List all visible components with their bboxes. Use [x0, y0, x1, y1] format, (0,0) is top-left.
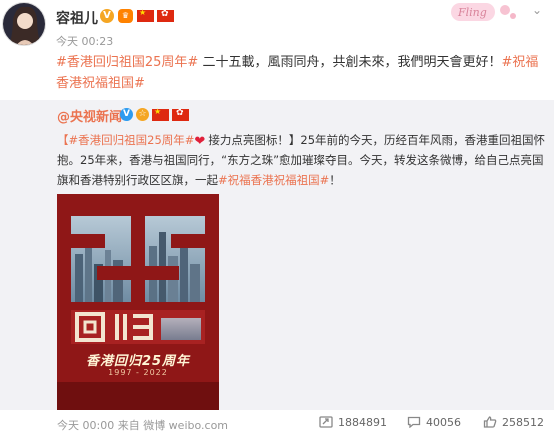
- thumbs-up-icon: [483, 416, 497, 428]
- topic-link[interactable]: 【#香港回归祖国25周年#: [57, 133, 194, 147]
- poster-footer-band: [57, 382, 219, 410]
- author-avatar[interactable]: [2, 2, 46, 46]
- vip-level-icon: ♛: [118, 9, 133, 23]
- china-flag-icon: [152, 107, 169, 121]
- poster-years: 1997 - 2022: [108, 368, 168, 377]
- reposted-content: @央视新闻 V ☆ 【#香港回归祖国25周年#❤接力点亮图标！】25年前的今天，…: [0, 100, 554, 410]
- like-count-button[interactable]: 258512: [483, 416, 544, 429]
- more-options-icon[interactable]: ⌄: [528, 3, 546, 17]
- post-time[interactable]: 今天 00:23: [56, 33, 113, 49]
- gold-medal-icon: ☆: [136, 108, 149, 121]
- comment-icon: [407, 416, 421, 428]
- hongkong-flag-icon: [172, 108, 189, 121]
- topic-link[interactable]: #祝福香港祝福祖国#: [218, 173, 329, 187]
- author-name[interactable]: 容祖儿: [56, 8, 98, 28]
- verified-badge-icon: V: [100, 9, 114, 23]
- fling-sticker-icon: Fling: [451, 3, 516, 21]
- repost-icon: [319, 416, 333, 428]
- post-text: #香港回归祖国25周年# 二十五載，風雨同舟，共創未來，我們明天會更好！#祝福香…: [56, 55, 539, 91]
- weibo-post: 容祖儿 V ♛ 今天 00:23 Fling ⌄ #香港回归祖国25周年# 二十…: [0, 0, 554, 438]
- hongkong-flag-icon: [157, 9, 174, 22]
- original-author[interactable]: @央视新闻: [57, 106, 122, 125]
- svg-text:Fling: Fling: [457, 6, 487, 19]
- repost-count-button[interactable]: 1884891: [319, 416, 387, 429]
- repost-footer: 今天 00:00 来自 微博 weibo.com 1884891 40056 2…: [0, 410, 554, 438]
- anniversary-poster[interactable]: 香港回归25周年 1997 - 2022: [57, 194, 219, 410]
- repost-time-source[interactable]: 今天 00:00 来自 微博 weibo.com: [57, 417, 228, 433]
- poster-slogan: 香港回归25周年: [85, 354, 191, 369]
- heart-icon: ❤: [194, 134, 206, 149]
- china-flag-icon: [137, 8, 154, 22]
- comment-count-button[interactable]: 40056: [407, 416, 461, 429]
- city-skyline-image: [57, 194, 219, 410]
- topic-link[interactable]: #香港回归祖国25周年#: [56, 55, 198, 70]
- repost-text: 【#香港回归祖国25周年#❤ 接力点亮图标！】25年前的今天，历经百年风雨，香港重…: [57, 133, 546, 187]
- verified-badge-icon: V: [120, 108, 133, 121]
